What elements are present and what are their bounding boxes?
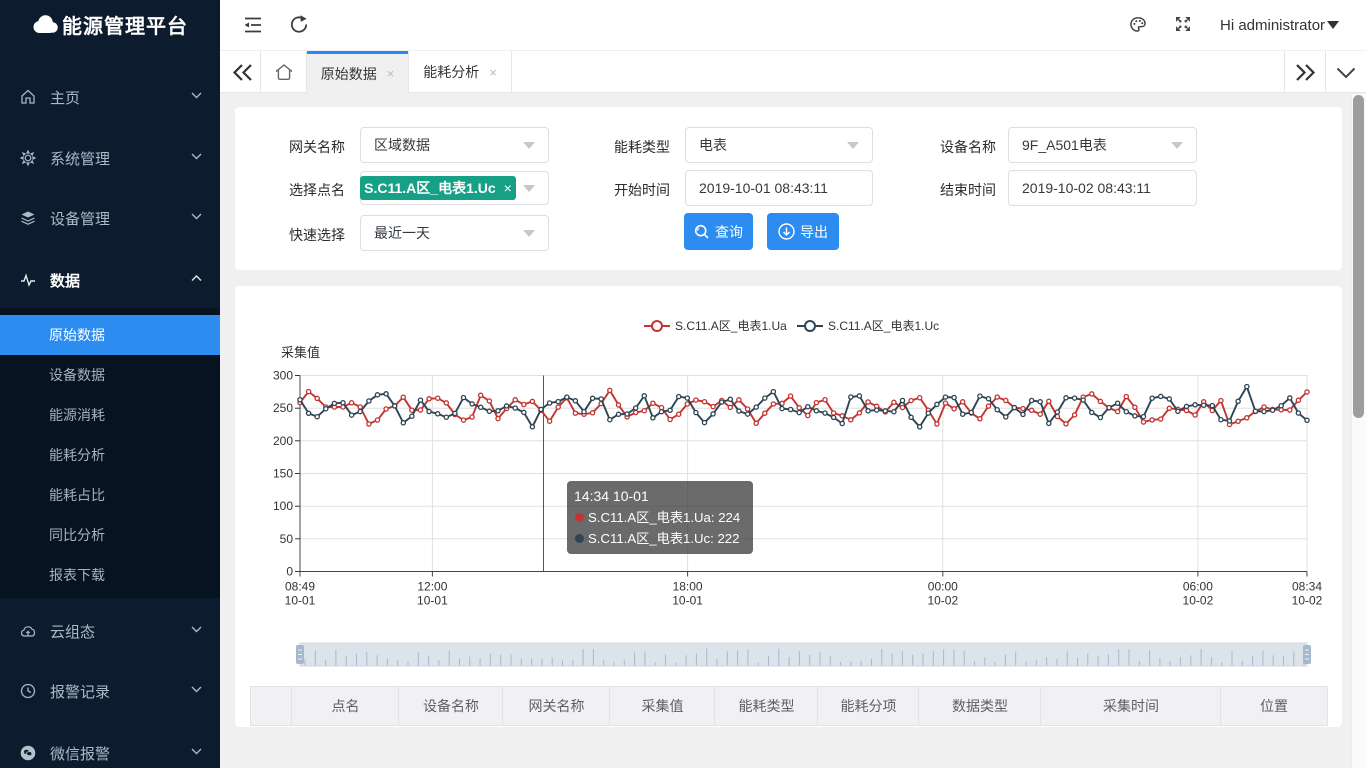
svg-text:12:00: 12:00 [417, 580, 447, 594]
svg-text:S.C11.A区_电表1.Ua: 224: S.C11.A区_电表1.Ua: 224 [588, 510, 740, 525]
svg-text:S.C11.A区_电表1.Uc: S.C11.A区_电表1.Uc [828, 319, 939, 333]
svg-text:10-01: 10-01 [285, 594, 316, 608]
svg-text:08:49: 08:49 [285, 580, 315, 594]
svg-text:S.C11.A区_电表1.Uc: 222: S.C11.A区_电表1.Uc: 222 [588, 531, 739, 546]
svg-text:采集值: 采集值 [281, 345, 320, 360]
svg-text:00:00: 00:00 [928, 580, 958, 594]
svg-text:06:00: 06:00 [1183, 580, 1213, 594]
svg-text:10-02: 10-02 [1183, 594, 1214, 608]
svg-text:18:00: 18:00 [673, 580, 703, 594]
svg-text:10-01: 10-01 [672, 594, 703, 608]
svg-text:150: 150 [273, 467, 293, 481]
svg-text:10-02: 10-02 [1292, 594, 1323, 608]
svg-text:100: 100 [273, 499, 293, 513]
svg-text:14:34 10-01: 14:34 10-01 [574, 488, 649, 504]
svg-text:0: 0 [286, 565, 293, 579]
svg-text:S.C11.A区_电表1.Ua: S.C11.A区_电表1.Ua [675, 319, 787, 333]
svg-text:200: 200 [273, 434, 293, 448]
svg-text:10-01: 10-01 [417, 594, 448, 608]
svg-text:10-02: 10-02 [927, 594, 958, 608]
svg-text:300: 300 [273, 369, 293, 383]
svg-text:250: 250 [273, 401, 293, 415]
svg-text:08:34: 08:34 [1292, 580, 1322, 594]
svg-text:50: 50 [280, 532, 294, 546]
